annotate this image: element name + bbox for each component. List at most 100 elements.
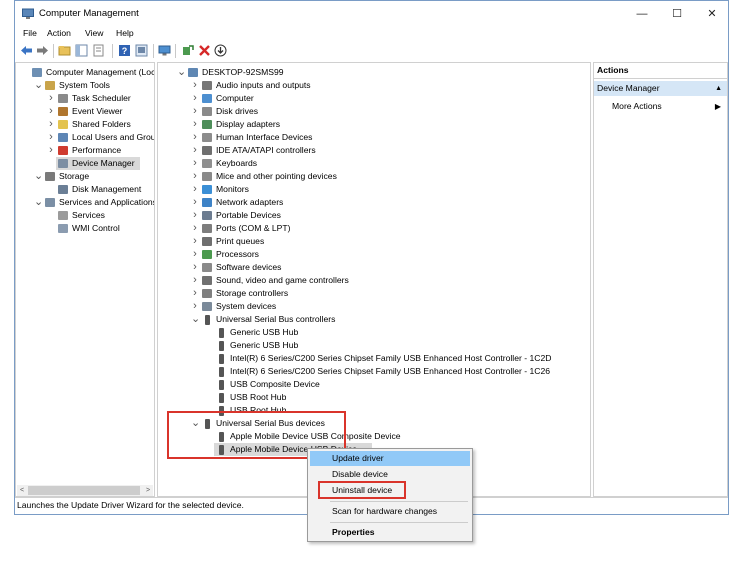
expand-chevron-icon[interactable]: › [191, 170, 199, 183]
collapse-chevron-icon[interactable]: ⌄ [34, 196, 43, 209]
tree-item-label: Monitors [216, 184, 249, 194]
storage-controller-icon [202, 289, 212, 298]
tree-item-label: Local Users and Groups [72, 132, 154, 142]
computer-icon [202, 94, 212, 103]
forward-arrow-icon[interactable] [36, 44, 49, 57]
expand-chevron-icon[interactable]: › [191, 222, 199, 235]
maximize-button[interactable]: ☐ [662, 4, 692, 24]
properties-icon[interactable] [92, 44, 105, 57]
tree-item-label: Services and Applications [59, 197, 155, 207]
context-disable-device[interactable]: Disable device [310, 467, 470, 482]
menu-view[interactable]: View [85, 28, 103, 38]
expand-chevron-icon[interactable]: › [191, 105, 199, 118]
expand-chevron-icon[interactable]: › [191, 79, 199, 92]
collapse-chevron-icon[interactable]: ⌄ [177, 66, 186, 79]
expand-chevron-icon[interactable]: › [47, 131, 55, 144]
tree-item-label: Disk drives [216, 106, 259, 116]
highlight-uninstall-box [318, 481, 406, 499]
tree-item-label: Event Viewer [72, 106, 123, 116]
context-update-driver[interactable]: Update driver [310, 451, 470, 466]
more-actions-label: More Actions [612, 101, 662, 111]
expand-chevron-icon[interactable]: › [191, 131, 199, 144]
submenu-arrow-icon[interactable]: ▶ [715, 100, 721, 113]
tree-item-label: Audio inputs and outputs [216, 80, 311, 90]
expand-chevron-icon[interactable]: › [191, 248, 199, 261]
title-bar: Computer Management — ☐ ✕ [15, 1, 728, 27]
collapse-chevron-icon[interactable]: ⌄ [191, 313, 200, 326]
tree-item-label: Intel(R) 6 Series/C200 Series Chipset Fa… [230, 366, 551, 376]
tree-item-label: Storage controllers [216, 288, 289, 298]
monitor-icon [202, 185, 212, 194]
horizontal-scrollbar[interactable]: < > [17, 485, 153, 496]
expand-chevron-icon[interactable]: › [191, 261, 199, 274]
expand-chevron-icon[interactable]: › [191, 183, 199, 196]
expand-chevron-icon[interactable]: › [191, 92, 199, 105]
toolbar: ? [15, 42, 728, 60]
device-manager-icon [58, 159, 68, 168]
menu-help[interactable]: Help [116, 28, 134, 38]
expand-chevron-icon[interactable]: › [47, 118, 55, 131]
wmi-icon [58, 224, 68, 233]
monitor-icon[interactable] [158, 44, 171, 57]
tree-item-label: System Tools [59, 80, 110, 90]
computer-management-icon [32, 68, 42, 77]
tree-item-label: Disk Management [72, 184, 142, 194]
tree-item-label: Universal Serial Bus controllers [216, 314, 336, 324]
context-scan-hardware[interactable]: Scan for hardware changes [310, 504, 470, 519]
close-button[interactable]: ✕ [697, 4, 727, 24]
tree-item-label: USB Composite Device [230, 379, 320, 389]
menu-file[interactable]: File [23, 28, 37, 38]
expand-chevron-icon[interactable]: › [191, 274, 199, 287]
scroll-left-arrow[interactable]: < [17, 485, 27, 496]
scroll-right-arrow[interactable]: > [143, 485, 153, 496]
collapse-up-icon[interactable]: ▲ [715, 81, 722, 96]
help-icon[interactable]: ? [118, 44, 131, 57]
console-tree-pane[interactable]: < > Computer Management (Local ⌄ System To… [15, 62, 155, 497]
expand-chevron-icon[interactable]: › [191, 287, 199, 300]
minimize-button[interactable]: — [627, 4, 657, 24]
expand-chevron-icon[interactable]: › [47, 144, 55, 157]
actions-section-device-manager[interactable]: Device Manager ▲ [594, 81, 727, 96]
performance-icon [58, 146, 68, 155]
update-driver-icon[interactable] [214, 44, 227, 57]
tree-item-label: Device Manager [72, 158, 135, 168]
expand-chevron-icon[interactable]: › [191, 196, 199, 209]
port-icon [202, 224, 212, 233]
collapse-chevron-icon[interactable]: ⌄ [34, 79, 43, 92]
expand-chevron-icon[interactable]: › [191, 235, 199, 248]
disk-icon [58, 185, 68, 194]
mouse-icon [202, 172, 212, 181]
tree-item-label: Keyboards [216, 158, 258, 168]
collapse-chevron-icon[interactable]: ⌄ [34, 170, 43, 183]
tree-item-device-manager[interactable]: Device Manager [56, 157, 141, 170]
scan-hardware-icon[interactable] [181, 44, 194, 57]
shared-folder-icon [58, 120, 68, 129]
show-hide-tree-icon[interactable] [75, 44, 88, 57]
tree-item-label: Display adapters [216, 119, 281, 129]
more-actions-item[interactable]: More Actions [612, 100, 662, 113]
computer-management-window: Computer Management — ☐ ✕ File Action Vi… [14, 0, 729, 515]
services-app-icon [45, 198, 55, 207]
expand-chevron-icon[interactable]: › [191, 300, 199, 313]
event-viewer-icon [58, 107, 68, 116]
expand-chevron-icon[interactable]: › [47, 92, 55, 105]
scroll-thumb[interactable] [28, 486, 140, 495]
usb-icon [219, 392, 224, 403]
up-folder-icon[interactable] [58, 44, 71, 57]
tree-item-label: USB Root Hub [230, 392, 287, 402]
expand-chevron-icon[interactable]: › [47, 105, 55, 118]
expand-chevron-icon[interactable]: › [191, 118, 199, 131]
expand-chevron-icon[interactable]: › [191, 209, 199, 222]
back-arrow-icon[interactable] [20, 44, 33, 57]
context-properties[interactable]: Properties [310, 525, 470, 540]
expand-chevron-icon[interactable]: › [191, 157, 199, 170]
expand-chevron-icon[interactable]: › [191, 144, 199, 157]
menu-action[interactable]: Action [47, 28, 71, 38]
menu-bar: File Action View Help [15, 27, 728, 41]
uninstall-x-icon[interactable] [198, 44, 211, 57]
system-device-icon [202, 302, 212, 311]
usb-icon [219, 353, 224, 364]
console-icon[interactable] [135, 44, 148, 57]
actions-section-label: Device Manager [597, 83, 660, 93]
usb-icon [205, 314, 210, 325]
